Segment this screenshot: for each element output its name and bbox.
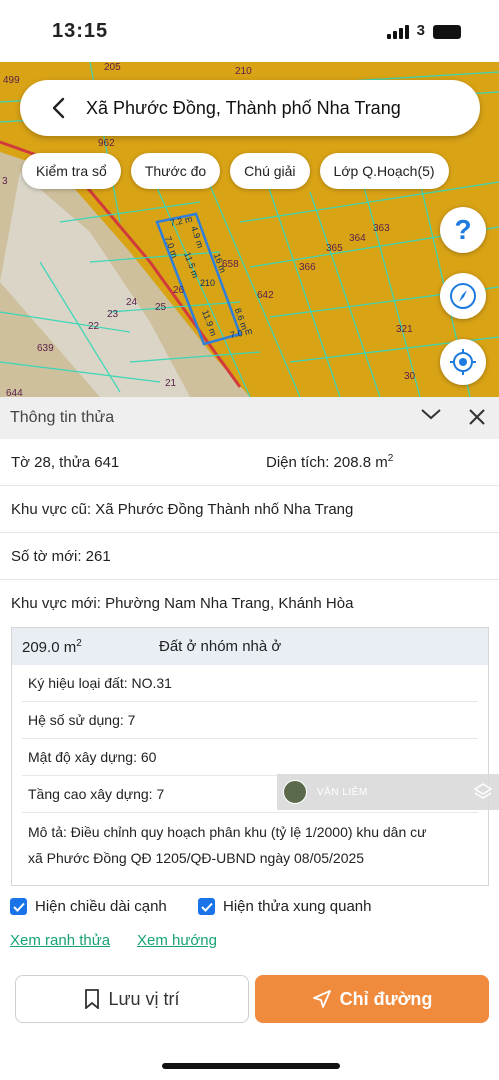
layers-icon: [473, 783, 493, 799]
parcel-number: 363: [373, 223, 390, 234]
zone-area: 209.0 m2: [22, 637, 82, 656]
question-mark-icon: ?: [454, 214, 472, 245]
zone-header: 209.0 m2 Đất ở nhóm nhà ở: [12, 628, 488, 665]
parcel-id-row: Tờ 28, thửa 641 Diện tích: 208.8 m2: [0, 439, 499, 486]
parcel-number: 364: [349, 233, 366, 244]
parcel-number: 25: [155, 302, 167, 313]
directions-label: Chỉ đường: [339, 988, 433, 1009]
sheet-parcel-text: Tờ 28, thửa 641: [11, 453, 120, 471]
zone-description: Mô tả: Điều chỉnh quy hoạch phân khu (tỷ…: [28, 824, 427, 866]
legend-chip[interactable]: Chú giải: [230, 153, 310, 189]
location-search-bar[interactable]: Xã Phước Đồng, Thành phố Nha Trang: [20, 80, 480, 136]
show-neighbors-label: Hiện thửa xung quanh: [223, 898, 372, 915]
parcel-number: 210: [235, 66, 252, 77]
parcel-number: 22: [88, 321, 100, 332]
build-density: Mật độ xây dựng: 60: [22, 739, 478, 776]
status-time: 13:15: [52, 20, 109, 42]
planning-zone-card: 209.0 m2 Đất ở nhóm nhà ở Ký hiệu loại đ…: [11, 627, 489, 886]
compass-button[interactable]: [440, 273, 486, 319]
compass-icon: [450, 283, 476, 309]
parcel-number: 639: [37, 343, 54, 354]
battery-icon: [433, 25, 461, 39]
old-area-text: Khu vực cũ: Xã Phước Đồng Thành nhố Nha …: [11, 500, 354, 518]
parcel-number: 205: [104, 62, 121, 73]
checkbox-checked-icon[interactable]: [10, 898, 27, 915]
save-location-button[interactable]: Lưu vị trí: [15, 975, 249, 1023]
usage-ratio: Hệ số sử dụng: 7: [22, 702, 478, 739]
land-symbol: Ký hiệu loại đất: NO.31: [22, 665, 478, 702]
bookmark-icon: [85, 989, 100, 1009]
view-boundary-link[interactable]: Xem ranh thửa: [10, 932, 110, 949]
watermark-text: VĂN LIÊM: [317, 786, 368, 798]
new-sheet-text: Số tờ mới: 261: [11, 547, 111, 565]
check-certificate-chip[interactable]: Kiểm tra sổ: [22, 153, 121, 189]
save-location-label: Lưu vị trí: [108, 988, 180, 1009]
signal-icon: [386, 25, 409, 39]
my-location-button[interactable]: [440, 339, 486, 385]
parcel-number: 24: [126, 297, 138, 308]
measure-chip[interactable]: Thước đo: [130, 153, 221, 189]
area-text: Diện tích: 208.8 m2: [266, 453, 394, 471]
parcel-number: 644: [6, 388, 23, 397]
location-title: Xã Phước Đồng, Thành phố Nha Trang: [86, 97, 401, 118]
old-area-row: Khu vực cũ: Xã Phước Đồng Thành nhố Nha …: [0, 486, 499, 533]
parcel-number: 30: [404, 371, 416, 382]
parcel-number: 499: [3, 75, 20, 86]
edge-length-label: 210: [200, 278, 216, 288]
parcel-number: 3: [2, 176, 8, 187]
parcel-info-header: Thông tin thửa: [0, 397, 499, 439]
new-area-text: Khu vực mới: Phường Nam Nha Trang, Khánh…: [11, 595, 354, 612]
chevron-down-icon[interactable]: [420, 407, 442, 426]
help-button[interactable]: ?: [440, 207, 486, 253]
parcel-number: 21: [165, 378, 177, 389]
back-arrow-icon[interactable]: [38, 88, 78, 128]
land-type: Đất ở nhóm nhà ở: [159, 638, 282, 655]
watermark-overlay: VĂN LIÊM: [277, 774, 499, 810]
directions-button[interactable]: Chỉ đường: [255, 975, 489, 1023]
new-sheet-row: Số tờ mới: 261: [0, 533, 499, 580]
parcel-number: 962: [98, 138, 115, 149]
parcel-number: 321: [396, 324, 413, 335]
network-label: 3: [416, 22, 425, 39]
checkbox-checked-icon[interactable]: [198, 898, 215, 915]
map-tool-chips: Kiểm tra sổ Thước đo Chú giải Lớp Q.Hoạc…: [22, 153, 449, 189]
parcel-number: 23: [107, 309, 119, 320]
crosshair-icon: [450, 349, 476, 375]
status-bar: 13:15 3: [0, 0, 499, 62]
show-edge-length-option[interactable]: Hiện chiều dài cạnh: [10, 898, 167, 915]
panel-title: Thông tin thửa: [10, 409, 115, 426]
home-indicator: [162, 1063, 340, 1069]
show-neighbors-option[interactable]: Hiện thửa xung quanh: [198, 898, 371, 915]
parcel-number: 26: [173, 285, 185, 296]
view-direction-link[interactable]: Xem hướng: [137, 932, 217, 949]
parcel-number: 366: [299, 262, 316, 273]
parcel-number: 365: [326, 243, 343, 254]
status-icons: 3: [386, 22, 461, 39]
show-edge-length-label: Hiện chiều dài cạnh: [35, 898, 167, 915]
avatar: [283, 780, 307, 804]
new-area-row: Khu vực mới: Phường Nam Nha Trang, Khánh…: [0, 580, 499, 627]
close-icon[interactable]: [468, 408, 486, 431]
planning-layer-chip[interactable]: Lớp Q.Hoạch(5): [319, 153, 449, 189]
parcel-number: 642: [257, 290, 274, 301]
send-arrow-icon: [312, 990, 331, 1008]
